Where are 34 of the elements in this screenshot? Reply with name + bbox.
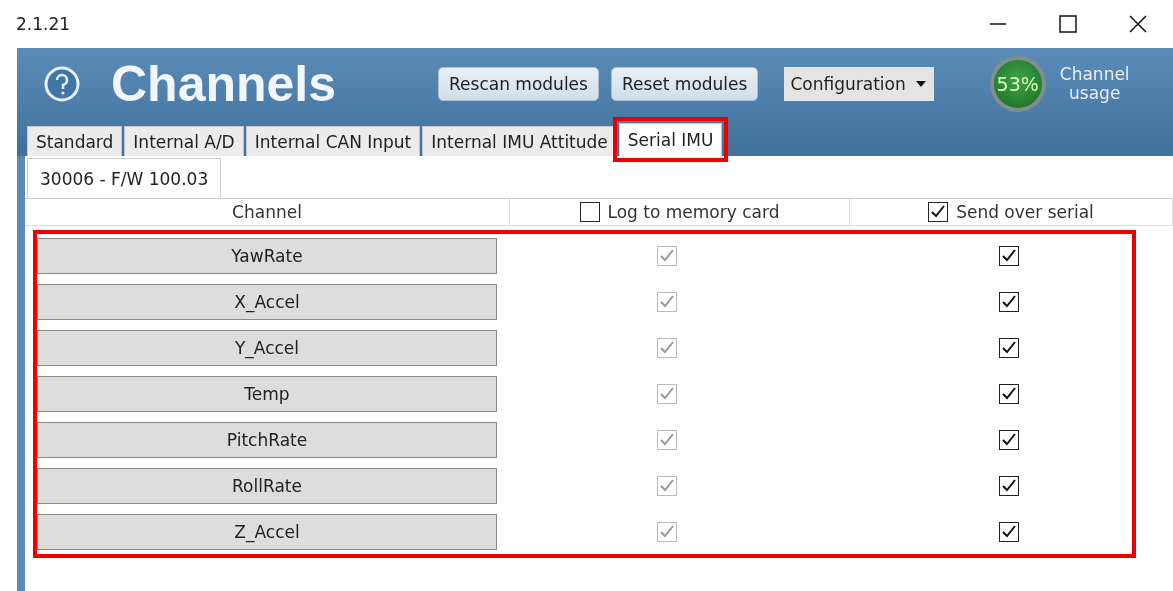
checkbox[interactable]: [579, 202, 600, 222]
checkbox[interactable]: [999, 476, 1019, 496]
configuration-dropdown[interactable]: Configuration: [784, 67, 934, 101]
usage-gauge: 53%: [989, 56, 1046, 112]
channel-button[interactable]: Temp: [37, 376, 497, 412]
maximize-icon[interactable]: [1058, 14, 1078, 34]
tab[interactable]: Internal A/D: [124, 126, 244, 156]
tab[interactable]: Internal CAN Input: [245, 126, 421, 156]
checkbox[interactable]: [928, 202, 949, 222]
window-title: 2.1.21: [16, 14, 72, 34]
checkbox[interactable]: [999, 430, 1019, 450]
channel-button[interactable]: RollRate: [37, 468, 497, 504]
column-header: Channel: [232, 202, 302, 222]
checkbox[interactable]: [999, 338, 1019, 358]
checkbox[interactable]: [999, 246, 1019, 266]
header-button[interactable]: Reset modules: [610, 67, 759, 101]
checkbox[interactable]: [999, 292, 1019, 312]
channel-button[interactable]: YawRate: [37, 238, 497, 274]
close-icon[interactable]: [1128, 14, 1148, 34]
channel-button[interactable]: X_Accel: [37, 284, 497, 320]
column-header: Send over serial: [956, 202, 1094, 222]
caret-icon: [915, 80, 926, 88]
channel-button[interactable]: Y_Accel: [37, 330, 497, 366]
header-button[interactable]: Rescan modules: [438, 67, 599, 101]
module-tab[interactable]: 30006 - F/W 100.03: [27, 158, 222, 198]
page-title: Channels: [111, 55, 337, 113]
checkbox[interactable]: [999, 522, 1019, 542]
channel-button[interactable]: PitchRate: [37, 422, 497, 458]
tab[interactable]: Standard: [27, 126, 123, 156]
help-icon[interactable]: [43, 65, 81, 103]
checkbox[interactable]: [999, 384, 1019, 404]
channel-button[interactable]: Z_Accel: [37, 514, 497, 550]
usage-label: Channel usage: [1058, 65, 1131, 103]
column-header: Log to memory card: [607, 202, 780, 222]
